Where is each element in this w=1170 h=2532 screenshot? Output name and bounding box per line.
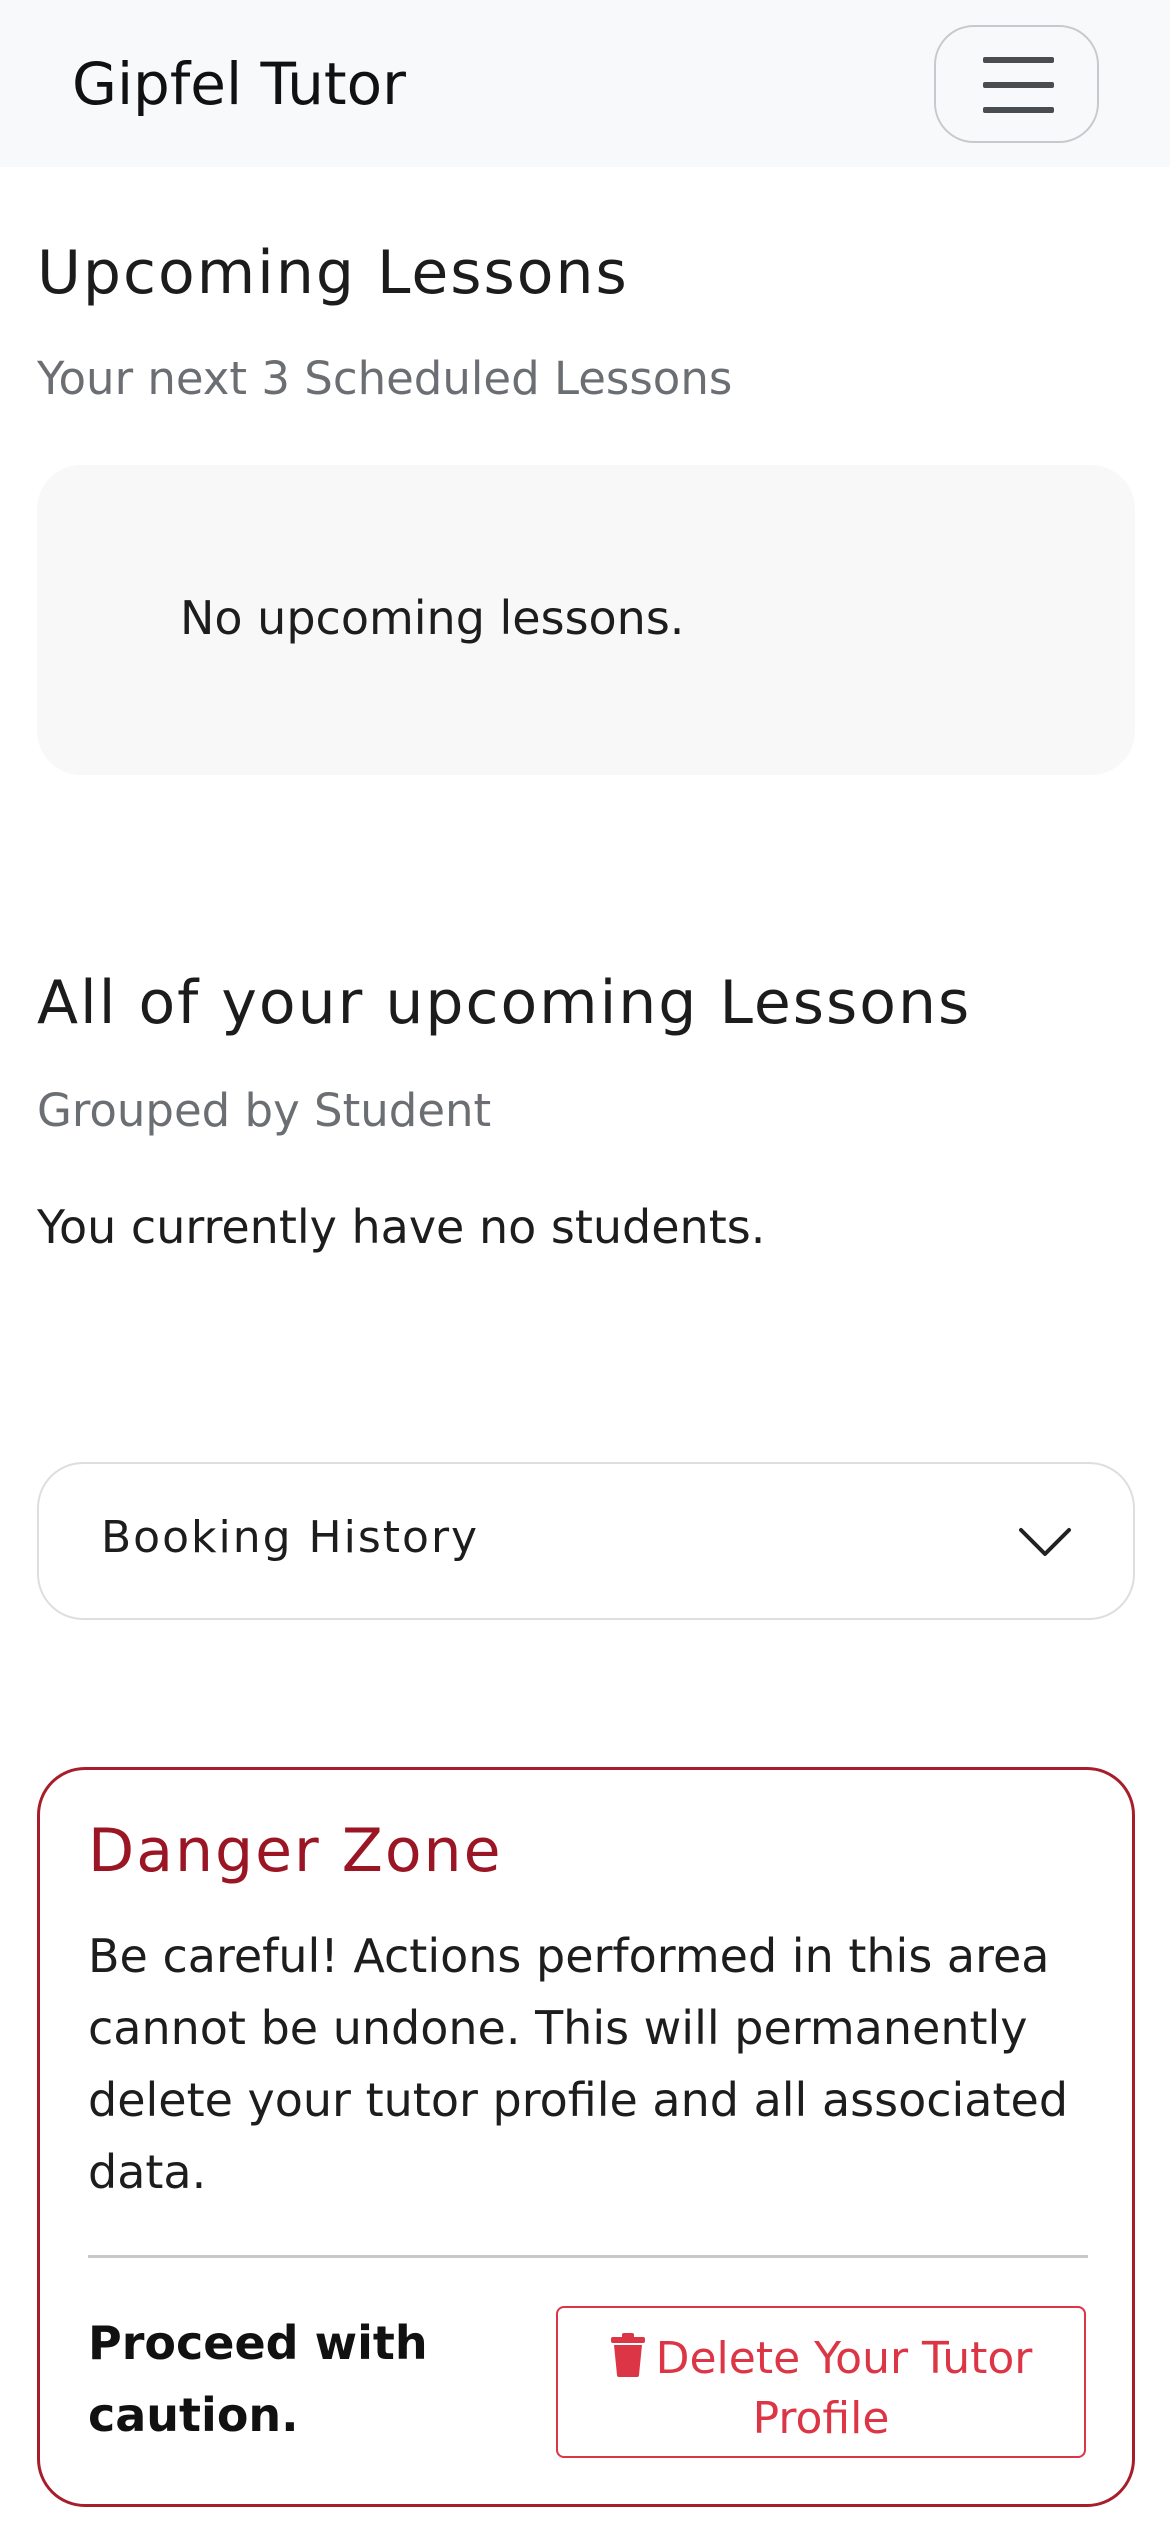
- danger-zone-description: Be careful! Actions performed in this ar…: [88, 1929, 1069, 2199]
- danger-zone-title: Danger Zone: [88, 1816, 503, 1886]
- danger-zone-card: Danger Zone Be careful! Actions performe…: [37, 1767, 1135, 2507]
- delete-button-label: Delete Your Tutor Profile: [655, 2333, 1033, 2444]
- caution-text: Proceed with caution.: [88, 2316, 428, 2442]
- hamburger-menu-icon: [983, 57, 1054, 63]
- navbar: Gipfel Tutor: [0, 0, 1170, 167]
- no-students-message: You currently have no students.: [37, 1200, 766, 1254]
- brand-logo[interactable]: Gipfel Tutor: [72, 52, 406, 116]
- upcoming-lessons-title: Upcoming Lessons: [37, 238, 629, 308]
- hamburger-menu-icon: [983, 82, 1054, 88]
- upcoming-lessons-card: No upcoming lessons.: [37, 465, 1135, 775]
- menu-toggle-button[interactable]: [934, 25, 1099, 143]
- hamburger-menu-icon: [983, 107, 1054, 113]
- no-upcoming-lessons-message: No upcoming lessons.: [180, 591, 685, 645]
- chevron-down-icon: [1019, 1528, 1071, 1556]
- upcoming-lessons-subtitle: Your next 3 Scheduled Lessons: [37, 352, 733, 405]
- all-upcoming-lessons-title: All of your upcoming Lessons: [37, 968, 972, 1038]
- all-upcoming-lessons-subtitle: Grouped by Student: [37, 1084, 492, 1137]
- booking-history-label: Booking History: [101, 1512, 480, 1563]
- divider: [88, 2255, 1088, 2258]
- trash-icon: [610, 2333, 645, 2377]
- booking-history-accordion[interactable]: Booking History: [37, 1462, 1135, 1620]
- delete-tutor-profile-button[interactable]: Delete Your Tutor Profile: [556, 2306, 1086, 2458]
